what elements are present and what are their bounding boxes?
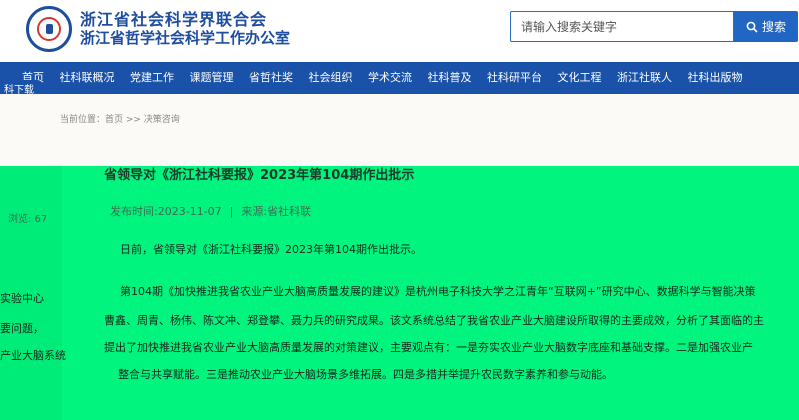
- article-paragraph: 日前，省领导对《浙江社科要报》2023年第104期作出批示。: [120, 243, 422, 256]
- nav-item-culture[interactable]: 文化工程: [558, 71, 602, 84]
- site-header: 浙江省社会科学界联合会 浙江省哲学社会科学工作办公室 搜索: [0, 0, 799, 58]
- nav-item-exchange[interactable]: 学术交流: [368, 71, 412, 84]
- article-source: 来源:省社科联: [241, 205, 312, 218]
- article-paragraph: 整合与共享赋能。三是推动农业产业大脑场景多维拓展。四是多措并举提升农民数字素养和…: [118, 368, 613, 381]
- search-icon: [746, 21, 758, 33]
- nav-item-popularization[interactable]: 社科普及: [428, 71, 472, 84]
- search-button[interactable]: 搜索: [734, 11, 798, 42]
- view-count: 浏览: 67: [8, 214, 48, 225]
- search-input[interactable]: [511, 12, 731, 41]
- nav-item-organizations[interactable]: 社会组织: [309, 71, 353, 84]
- breadcrumb-band: [0, 94, 799, 166]
- article-paragraph: 第104期《加快推进我省农业产业大脑高质量发展的建议》是杭州电子科技大学之江青年…: [120, 285, 756, 298]
- search-button-label: 搜索: [761, 20, 786, 34]
- side-fragment: 产业大脑系统: [0, 349, 66, 362]
- article-paragraph: 曹鑫、周青、杨伟、陈文冲、郑登攀、聂力兵的研究成果。该文系统总结了我省农业产业大…: [104, 314, 764, 327]
- nav-item-platform[interactable]: 社科研平台: [487, 71, 542, 84]
- nav-item-awards[interactable]: 省哲社奖: [249, 71, 293, 84]
- article-paragraph: 提出了加快推进我省农业产业大脑高质量发展的对策建议，主要观点有：一是夯实农业产业…: [104, 341, 753, 354]
- article-meta: 发布时间:2023-11-07 | 来源:省社科联: [110, 205, 312, 218]
- search-box: [510, 11, 734, 42]
- nav-item-party[interactable]: 党建工作: [130, 71, 174, 84]
- org-subtitle: 浙江省哲学社会科学工作办公室: [80, 29, 291, 47]
- publish-time: 发布时间:2023-11-07: [110, 205, 222, 218]
- side-fragment: 实验中心: [0, 292, 44, 305]
- nav-item-people[interactable]: 浙江社联人: [617, 71, 672, 84]
- nav-item-overview[interactable]: 社科联概况: [60, 71, 115, 84]
- nav-item-projects[interactable]: 课题管理: [190, 71, 234, 84]
- main-nav: 首页 社科联概况 党建工作 课题管理 省哲社奖 社会组织 学术交流 社科普及 社…: [0, 62, 799, 94]
- site-logo[interactable]: [26, 6, 72, 52]
- logo-mark: [46, 24, 53, 34]
- side-fragment: 要问题，: [0, 322, 44, 335]
- article-title: 省领导对《浙江社科要报》2023年第104期作出批示: [104, 168, 415, 183]
- breadcrumb: 当前位置：首页 >> 决策咨询: [60, 115, 180, 125]
- nav-item-publications[interactable]: 社科出版物: [688, 71, 743, 84]
- nav-items: 首页 社科联概况 党建工作 课题管理 省哲社奖 社会组织 学术交流 社科普及 社…: [22, 69, 755, 85]
